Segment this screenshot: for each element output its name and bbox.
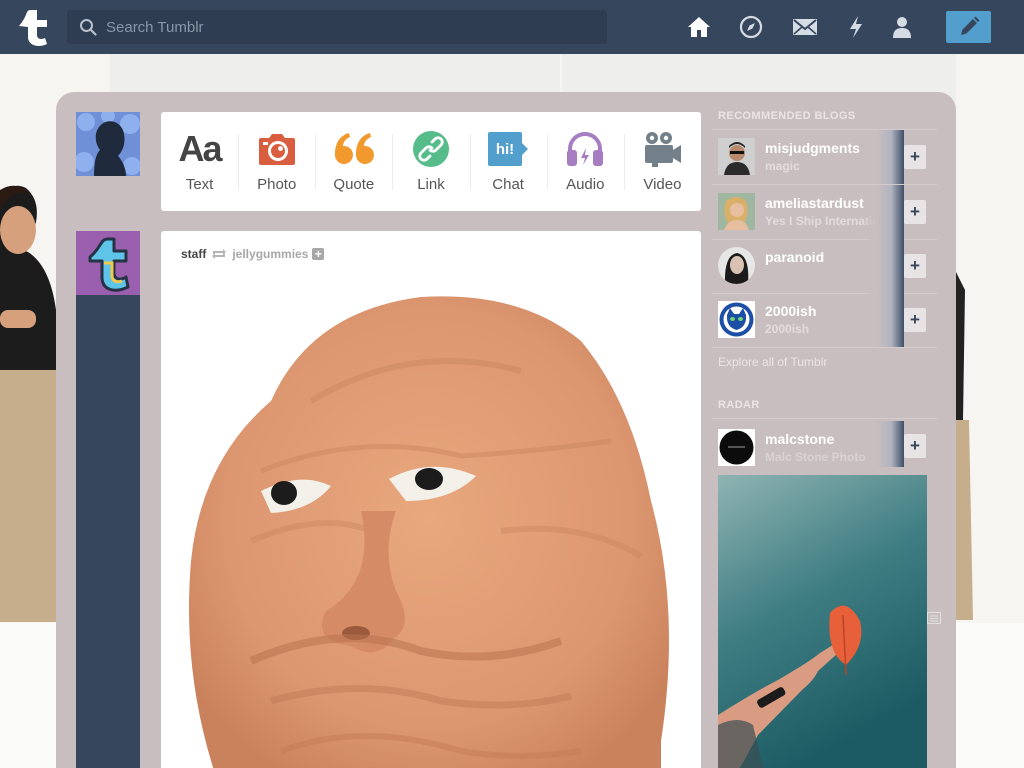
post-type-label: Quote xyxy=(333,176,375,193)
blog-avatar[interactable] xyxy=(718,429,755,466)
link-icon xyxy=(412,130,450,168)
keyboard-shortcuts-icon[interactable] xyxy=(927,612,941,624)
blog-avatar[interactable] xyxy=(718,193,755,230)
quote-icon xyxy=(333,130,375,168)
explore-link[interactable]: Explore all of Tumblr xyxy=(718,355,827,369)
post-type-video[interactable]: Video xyxy=(623,112,701,211)
blog-name[interactable]: 2000ish xyxy=(765,303,816,319)
recommended-blogs-title: RECOMMENDED BLOGS xyxy=(718,110,856,122)
follow-source-button[interactable]: + xyxy=(312,248,325,260)
radar-photo[interactable] xyxy=(718,475,927,768)
blog-header-fade xyxy=(862,421,904,467)
blog-avatar[interactable] xyxy=(718,301,755,338)
follow-button[interactable]: + xyxy=(904,145,926,169)
follow-button[interactable]: + xyxy=(904,254,926,278)
blog-avatar[interactable] xyxy=(718,138,755,175)
follow-button[interactable]: + xyxy=(904,434,926,458)
compose-button[interactable] xyxy=(946,11,991,43)
blog-avatar[interactable] xyxy=(718,247,755,284)
post-type-label: Chat xyxy=(492,176,524,193)
compass-icon[interactable] xyxy=(738,14,764,40)
post-type-chat[interactable]: hi! Chat xyxy=(469,112,547,211)
background-person-left xyxy=(0,185,58,622)
post-type-audio[interactable]: Audio xyxy=(546,112,624,211)
user-avatar[interactable] xyxy=(76,112,140,176)
search-input[interactable] xyxy=(106,18,586,36)
background-person-right xyxy=(955,270,973,620)
blog-header-fade xyxy=(862,293,904,347)
home-icon[interactable] xyxy=(686,14,712,40)
radar-blog[interactable]: malcstone Malc Stone Photo + xyxy=(712,421,937,475)
lightning-icon[interactable] xyxy=(843,14,869,40)
blog-header-fade xyxy=(862,239,904,293)
post-header: staff jellygummies + xyxy=(181,247,325,261)
recommended-blog[interactable]: 2000ish 2000ish + xyxy=(712,293,937,347)
text-icon: Aa xyxy=(178,128,223,169)
recommended-blog[interactable]: misjudgments magic + xyxy=(712,130,937,184)
person-icon[interactable] xyxy=(889,14,915,40)
search-icon xyxy=(80,19,97,36)
post-type-text[interactable]: Aa Text xyxy=(161,112,238,211)
post-type-bar: Aa Text Photo Quote Link hi! Chat Audio xyxy=(161,112,701,211)
blog-name[interactable]: ameliastardust xyxy=(765,195,864,211)
post-type-label: Photo xyxy=(257,176,297,193)
dashboard-post: staff jellygummies + xyxy=(161,231,701,768)
chat-icon: hi! xyxy=(487,130,529,168)
camera-icon xyxy=(258,130,296,168)
recommended-blog[interactable]: paranoid + xyxy=(712,239,937,293)
post-type-label: Link xyxy=(417,176,445,193)
chat-glyph: hi! xyxy=(496,141,514,158)
post-type-link[interactable]: Link xyxy=(392,112,469,211)
staff-avatar[interactable] xyxy=(76,231,140,295)
blog-name[interactable]: misjudgments xyxy=(765,140,860,156)
post-type-label: Audio xyxy=(566,176,605,193)
blog-header-fade xyxy=(862,185,904,239)
video-camera-icon xyxy=(642,130,682,168)
post-photo[interactable] xyxy=(161,281,701,768)
blog-header-fade xyxy=(862,130,904,184)
post-author-link[interactable]: staff xyxy=(181,247,206,261)
pencil-icon xyxy=(960,16,979,35)
recommended-blog[interactable]: ameliastardust Yes I Ship Internationall… xyxy=(712,185,937,239)
post-type-label: Text xyxy=(185,176,214,193)
sidebar-divider xyxy=(712,347,937,348)
post-type-quote[interactable]: Quote xyxy=(315,112,392,211)
blog-name[interactable]: paranoid xyxy=(765,249,824,265)
radar-title: RADAR xyxy=(718,399,760,411)
post-type-photo[interactable]: Photo xyxy=(238,112,315,211)
post-source-link[interactable]: jellygummies xyxy=(232,247,308,261)
headphones-icon xyxy=(565,130,605,168)
post-type-label: Video xyxy=(643,176,682,193)
left-column xyxy=(76,295,140,768)
envelope-icon[interactable] xyxy=(792,14,818,40)
search-bar[interactable] xyxy=(67,10,607,44)
follow-button[interactable]: + xyxy=(904,200,926,224)
reblog-icon xyxy=(212,249,227,259)
blog-name[interactable]: malcstone xyxy=(765,431,834,447)
follow-button[interactable]: + xyxy=(904,308,926,332)
tumblr-logo-icon[interactable] xyxy=(15,8,51,46)
sidebar-divider xyxy=(712,418,937,419)
